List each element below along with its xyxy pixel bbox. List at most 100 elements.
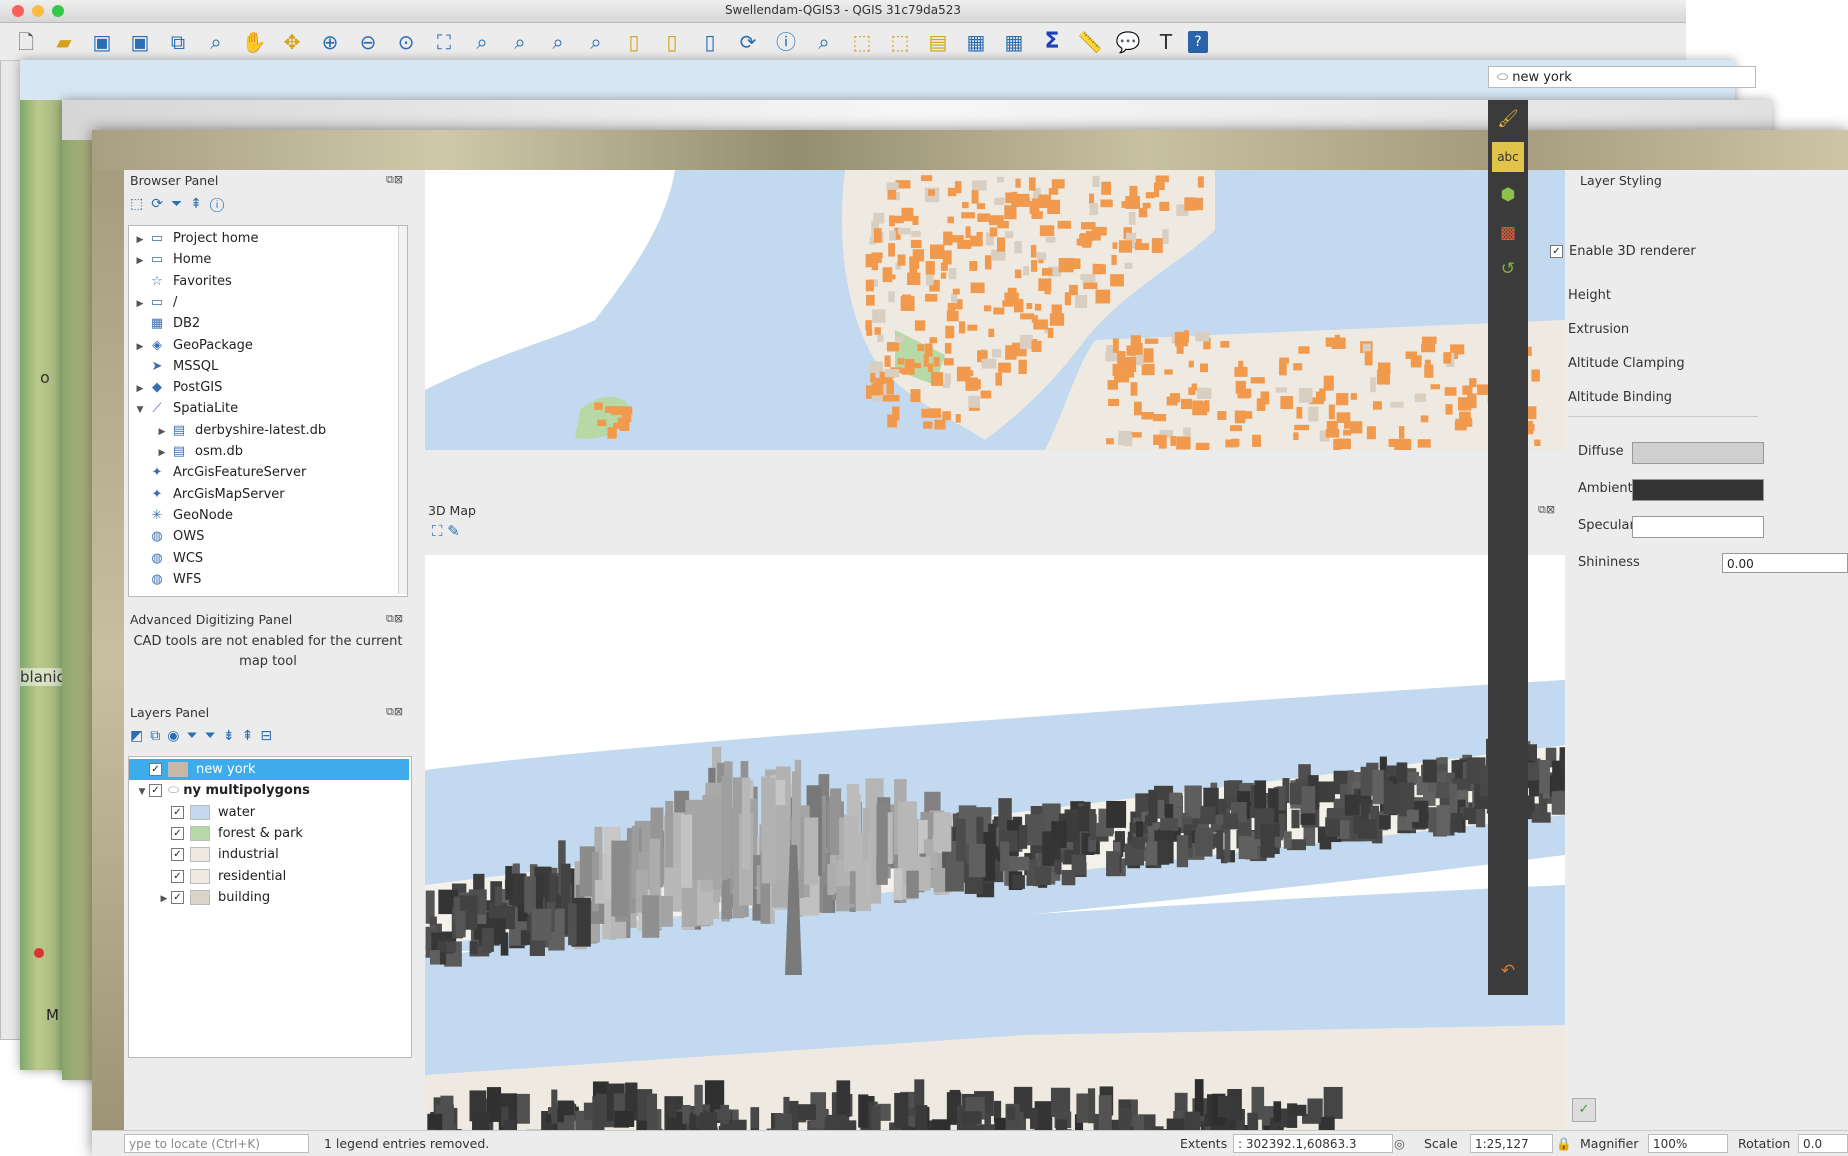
browser-item[interactable]: ◍ WCS [129,548,203,569]
expand-arrow-icon[interactable]: ▶ [155,443,169,464]
identify-icon[interactable]: ⓘ [770,29,802,55]
zoom-full-icon[interactable]: ⛶ [428,29,460,55]
open-project-icon[interactable]: ▰ [48,29,80,55]
browser-item[interactable]: ▶ ▤ osm.db [129,441,244,464]
scale-combobox[interactable]: 1:25,127 [1470,1134,1553,1153]
labels-icon[interactable]: abc [1492,142,1524,172]
expand-arrow-icon[interactable]: ▶ [157,889,171,910]
enable-3d-checkbox[interactable]: ✓ [1550,245,1563,258]
field-calculator-icon[interactable]: ▦ [960,29,992,55]
save-as-icon[interactable]: ▣ [124,29,156,55]
layer-visibility-checkbox[interactable]: ✓ [149,784,162,798]
new-map-view-icon[interactable]: ▯ [618,29,650,55]
symbology-icon[interactable]: 🖌 [1492,104,1524,134]
expand-arrow-icon[interactable]: ▶ [133,379,147,400]
browser-item[interactable]: ☆ Favorites [129,271,232,292]
expand-all-icon[interactable]: ⇟ [223,728,242,744]
toggle-extents-icon[interactable]: ◎ [1394,1136,1405,1151]
info-icon[interactable]: ⓘ [210,196,232,212]
select-icon[interactable]: ⬚ [846,29,878,55]
new-project-icon[interactable]: 🗋 [10,29,42,55]
browser-item[interactable]: ➤ MSSQL [129,356,219,377]
filter-legend-icon[interactable]: ⏷ [205,728,223,744]
layer-visibility-checkbox[interactable]: ✓ [171,805,184,819]
undo-icon[interactable]: ↶ [1492,956,1524,986]
enable-3d-row[interactable]: ✓ Enable 3D renderer [1550,244,1696,259]
new-print-layout-icon[interactable]: ⧉ [162,29,194,55]
camera-control-icon[interactable]: ✎ [447,522,460,540]
layer-visibility-checkbox[interactable]: ✓ [171,826,184,840]
filter-icon[interactable]: ⏷ [186,728,204,744]
measure-icon[interactable]: ⌕ [808,29,840,55]
apply-icon[interactable]: ✓ [1572,1098,1596,1122]
layer-item[interactable]: ✓ water [129,802,409,823]
zoom-next-icon[interactable]: ⌕ [580,29,612,55]
history-icon[interactable]: ↺ [1492,254,1524,284]
browser-item[interactable]: ▶ ▭ / [129,292,178,315]
ambient-color-button[interactable] [1632,479,1764,501]
layer-item[interactable]: ✓ new york [129,759,409,780]
browser-item[interactable]: ✦ ArcGisMapServer [129,484,285,505]
zoom-in-icon[interactable]: ⊕ [314,29,346,55]
layout-manager-icon[interactable]: ⌕ [200,29,232,55]
attribute-table-icon[interactable]: ▤ [922,29,954,55]
zoom-out-icon[interactable]: ⊖ [352,29,384,55]
expand-arrow-icon[interactable]: ▼ [133,400,147,421]
dock-close-icon[interactable]: ⧉⊠ [386,612,403,626]
statistics-icon[interactable]: ▦ [998,29,1030,55]
expand-arrow-icon[interactable]: ▶ [133,251,147,272]
dock-close-icon[interactable]: ⧉⊠ [386,173,403,187]
measure-line-icon[interactable]: 📏 [1074,29,1106,55]
lock-scale-icon[interactable]: 🔒 [1556,1136,1572,1152]
layer-visibility-checkbox[interactable]: ✓ [171,869,184,883]
browser-item[interactable]: ▶ ▭ Home [129,249,212,272]
add-selected-icon[interactable]: ⬚ [130,196,151,212]
diagrams-icon[interactable]: ▩ [1492,218,1524,248]
collapse-all-icon[interactable]: ⇞ [190,196,210,212]
expand-arrow-icon[interactable]: ▶ [133,230,147,251]
shininess-input[interactable]: 0.00 [1722,553,1848,573]
statistics-sum-icon[interactable]: Σ [1036,29,1068,55]
pan-icon[interactable]: ✋ [238,29,270,55]
dock-close-icon[interactable]: ⧉⊠ [1538,503,1555,517]
expand-arrow-icon[interactable]: ▶ [133,337,147,358]
browser-item[interactable]: ◍ WFS [129,569,201,590]
expand-arrow-icon[interactable]: ▶ [155,422,169,443]
specular-color-button[interactable] [1632,516,1764,538]
browser-scrollbar[interactable] [398,226,407,594]
new-bookmark-icon[interactable]: ▯ [694,29,726,55]
visibility-icon[interactable]: ◉ [167,728,186,744]
dock-close-icon[interactable]: ⧉⊠ [386,705,403,719]
browser-item[interactable]: ◍ OWS [129,526,204,547]
magnifier-spinbox[interactable]: 100% [1648,1134,1728,1153]
3d-view-icon[interactable]: ⬢ [1492,180,1524,210]
browser-item[interactable]: ▶ ◆ PostGIS [129,377,223,400]
layer-visibility-checkbox[interactable]: ✓ [149,763,162,776]
browser-item[interactable]: ▦ DB2 [129,313,200,334]
layer-item[interactable]: ✓ industrial [129,844,409,865]
locator-search-input[interactable]: ype to locate (Ctrl+K) [124,1134,309,1153]
browser-item[interactable]: ▶ ▤ derbyshire-latest.db [129,420,327,443]
zoom-last-icon[interactable]: ⌕ [542,29,574,55]
browser-item[interactable]: ▶ ◈ GeoPackage [129,335,253,356]
map-canvas-2d[interactable] [425,170,1565,450]
expand-arrow-icon[interactable]: ▶ [133,294,147,315]
add-group-icon[interactable]: ⧉ [150,728,167,744]
browser-item[interactable]: ▶ ▭ Project home [129,228,259,251]
expand-arrow-icon[interactable]: ▼ [135,782,149,803]
layer-select-dropdown[interactable]: ⬭ new york [1488,66,1756,88]
browser-item[interactable]: ✦ ArcGisFeatureServer [129,462,307,483]
map-tips-icon[interactable]: 💬 [1112,29,1144,55]
save-project-icon[interactable]: ▣ [86,29,118,55]
browser-item[interactable]: ✳ GeoNode [129,505,233,526]
zoom-full-icon[interactable]: ⛶ [432,522,443,540]
zoom-native-icon[interactable]: ⊙ [390,29,422,55]
layer-visibility-checkbox[interactable]: ✓ [171,848,184,862]
extents-field[interactable]: : 302392.1,60863.3 [1233,1134,1393,1153]
layer-visibility-checkbox[interactable]: ✓ [171,890,184,904]
new-3d-map-view-icon[interactable]: ▯ [656,29,688,55]
filter-icon[interactable]: ⏷ [171,196,190,212]
layer-item[interactable]: ▶ ✓ building [129,887,409,908]
layer-item[interactable]: ✓ forest & park [129,823,409,844]
refresh-icon[interactable]: ⟳ [151,196,171,212]
